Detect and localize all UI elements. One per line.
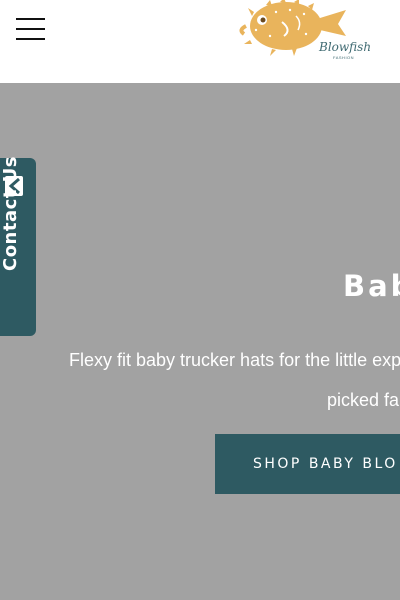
contact-us-tab[interactable]: Contact Us <box>0 156 36 336</box>
menu-bar <box>16 38 45 40</box>
contact-us-label: Contact Us <box>0 156 21 272</box>
hero-title: Bab <box>343 269 400 303</box>
hero-description-line-1: Flexy fit baby trucker hats for the litt… <box>69 350 400 370</box>
shop-baby-button[interactable]: SHOP BABY BLO <box>215 434 400 494</box>
logo-subtitle: FASHION <box>333 55 355 60</box>
site-logo[interactable]: Blowfish FASHION <box>236 0 372 64</box>
menu-bar <box>16 18 45 20</box>
hero-description-line-2: picked fal <box>327 390 400 410</box>
menu-bar <box>16 28 45 30</box>
page: Blowfish FASHION Contact Us Bab Flexy fi… <box>0 0 400 600</box>
site-header: Blowfish FASHION <box>0 0 400 83</box>
hamburger-menu-icon[interactable] <box>16 16 45 42</box>
logo-wordmark: Blowfish <box>319 40 372 54</box>
